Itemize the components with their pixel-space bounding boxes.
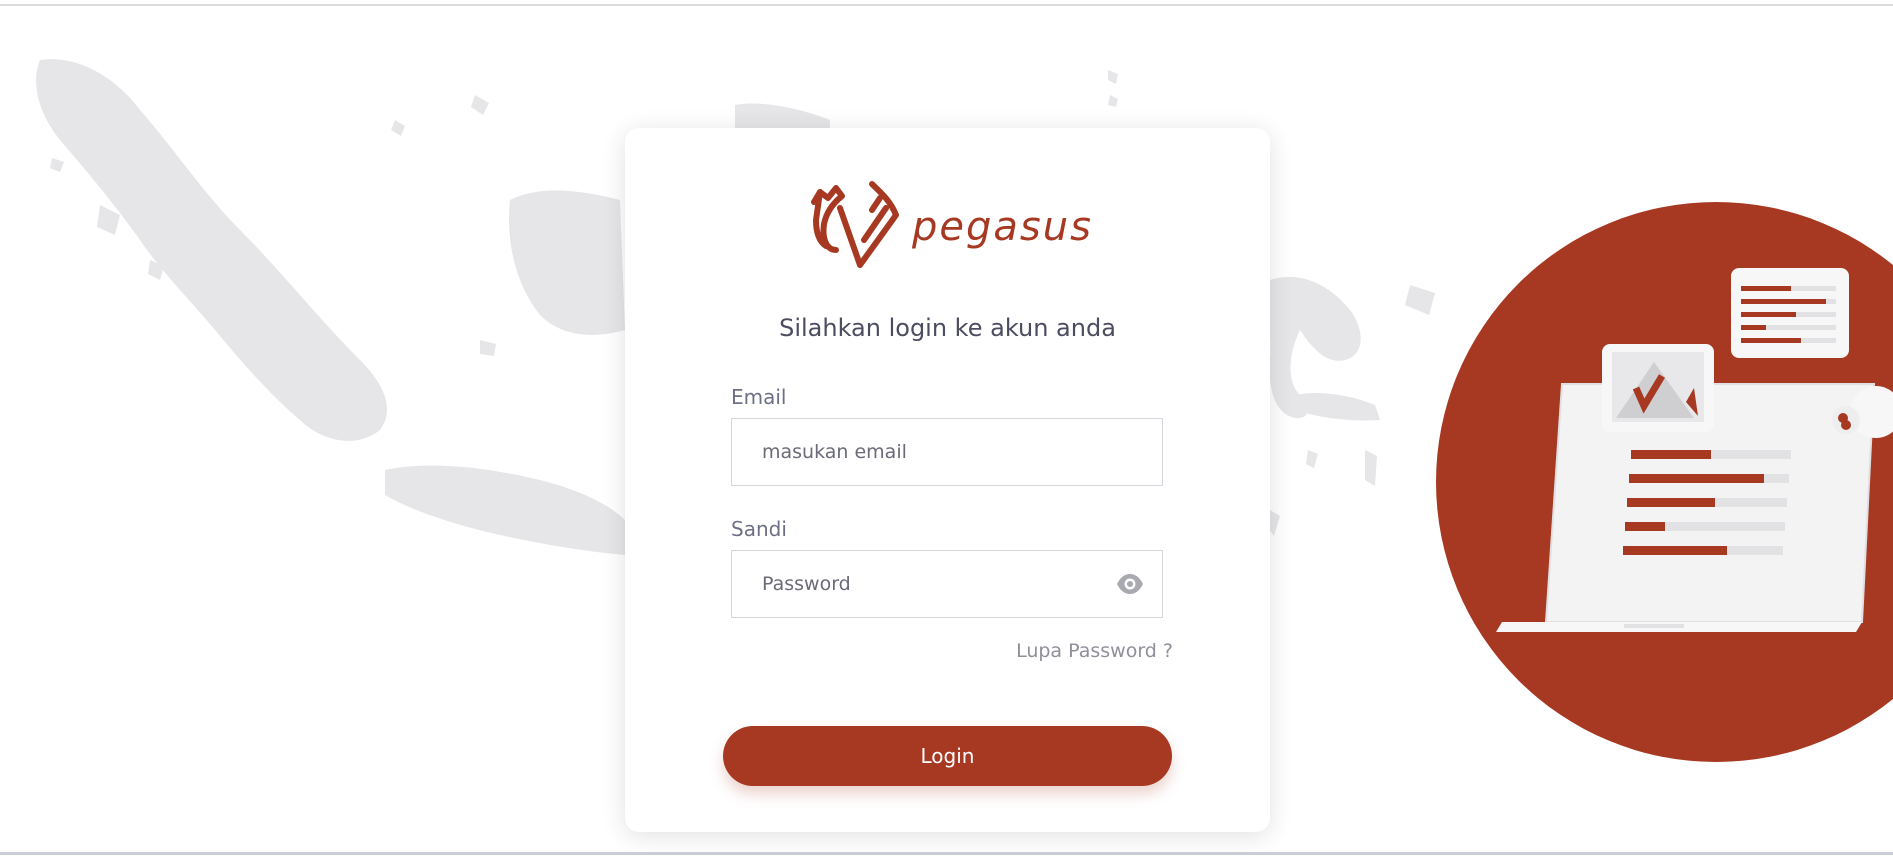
logo-wordmark: pegasus bbox=[911, 204, 1093, 250]
password-input[interactable] bbox=[762, 551, 1122, 617]
pegasus-logo: pegasus bbox=[811, 181, 1093, 268]
login-heading: Silahkan login ke akun anda bbox=[779, 314, 1116, 342]
email-input[interactable] bbox=[762, 419, 1122, 485]
email-label: Email bbox=[731, 385, 787, 409]
bottom-divider bbox=[0, 852, 1893, 855]
login-card: pegasus Silahkan login ke akun anda Emai… bbox=[625, 128, 1270, 832]
password-field[interactable] bbox=[731, 550, 1163, 618]
email-field[interactable] bbox=[731, 418, 1163, 486]
login-button[interactable]: Login bbox=[723, 726, 1172, 786]
forgot-password-link[interactable]: Lupa Password ? bbox=[1016, 640, 1173, 662]
report-illustration bbox=[1436, 202, 1893, 762]
eye-icon[interactable] bbox=[1116, 573, 1144, 595]
password-label: Sandi bbox=[731, 517, 787, 541]
